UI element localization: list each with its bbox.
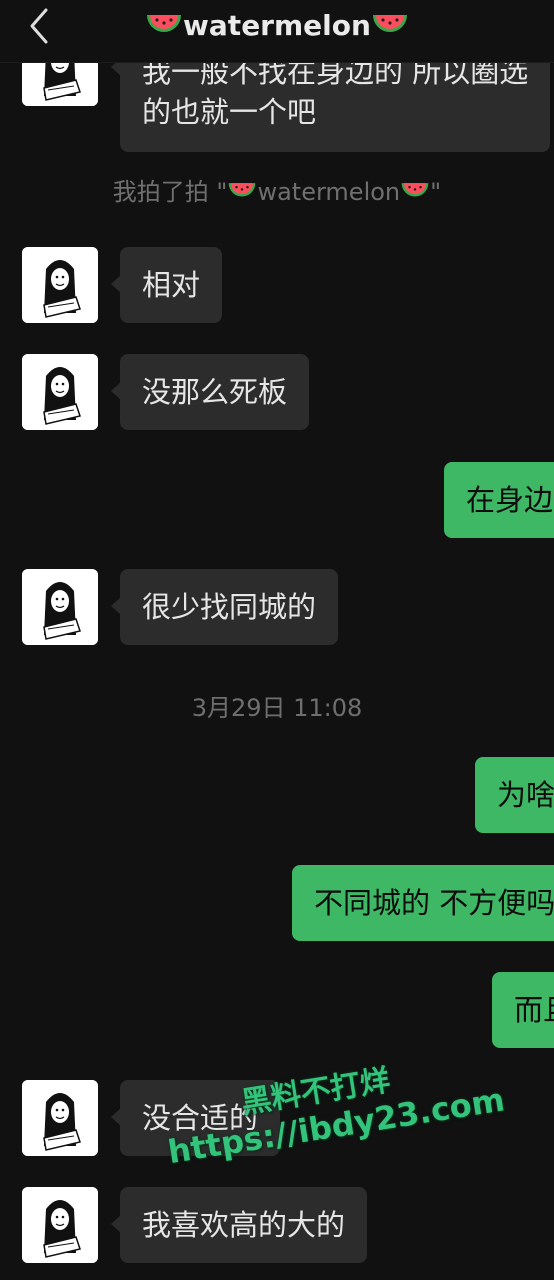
- avatar[interactable]: [22, 354, 98, 430]
- watermelon-icon: [372, 15, 407, 32]
- avatar-icon: [22, 569, 98, 645]
- watermelon-icon: [229, 183, 256, 197]
- timestamp: 3月29日 11:08: [191, 694, 363, 722]
- message-bubble-incoming[interactable]: 很少找同城的: [110, 569, 339, 645]
- chat-title-text: watermelon: [183, 9, 371, 42]
- system-message-suffix: ": [430, 178, 442, 206]
- avatar-icon: [22, 354, 98, 430]
- watermelon-icon: [401, 183, 429, 197]
- avatar[interactable]: [22, 247, 98, 323]
- message-bubble-incoming[interactable]: 没那么死板: [110, 354, 310, 430]
- avatar[interactable]: [22, 1187, 98, 1263]
- message-bubble-incoming[interactable]: 我喜欢高的大的: [110, 1187, 368, 1263]
- message-bubble-outgoing[interactable]: 而且: [492, 972, 554, 1048]
- message-bubble-outgoing[interactable]: 不同城的 不方便吗: [292, 865, 554, 941]
- avatar-icon: [22, 1187, 98, 1263]
- system-message-prefix: 我拍了拍 ": [112, 178, 228, 206]
- system-message-name: watermelon: [257, 178, 401, 206]
- avatar-icon: [22, 1080, 98, 1156]
- message-bubble-outgoing[interactable]: 在身边: [444, 462, 554, 538]
- message-bubble-incoming[interactable]: 没合适的: [110, 1080, 281, 1156]
- message-bubble-outgoing[interactable]: 为啥: [475, 757, 554, 833]
- avatar[interactable]: [22, 1080, 98, 1156]
- avatar-icon: [22, 247, 98, 323]
- chat-title[interactable]: watermelon: [0, 8, 554, 44]
- chat-screen: watermelon 我一般不找在身边的 所以圈选 的也就一个吧 我拍了拍 " …: [0, 0, 554, 1280]
- watermelon-icon: [147, 15, 182, 32]
- chat-header: watermelon: [0, 0, 554, 63]
- avatar[interactable]: [22, 569, 98, 645]
- message-text-line: 的也就一个吧: [142, 95, 317, 129]
- system-message: 我拍了拍 " watermelon ": [0, 176, 554, 208]
- message-bubble-incoming[interactable]: 相对: [110, 247, 223, 323]
